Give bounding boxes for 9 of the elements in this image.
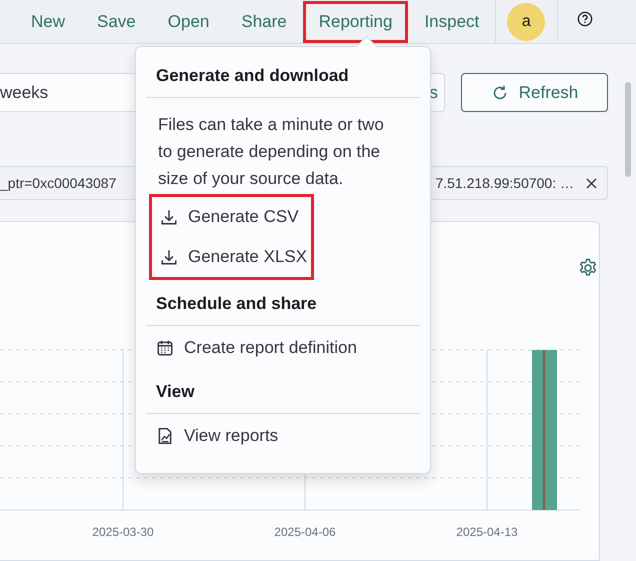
section-heading: Generate and download [155, 65, 350, 87]
axis-label: 2025-04-06 [274, 525, 336, 539]
section-description: Files can take a minute or two to generate depending on the size of your source data. [157, 114, 385, 190]
filter-text: 7.51.218.99:50700: … [435, 175, 574, 191]
section-heading: Schedule and share [155, 293, 318, 315]
filter-text: _ptr=0xc00043087 [0, 175, 116, 191]
section-heading: View [155, 381, 196, 403]
axis-label: 2025-03-30 [92, 525, 154, 539]
axis-label: 2025-04-13 [456, 525, 518, 539]
